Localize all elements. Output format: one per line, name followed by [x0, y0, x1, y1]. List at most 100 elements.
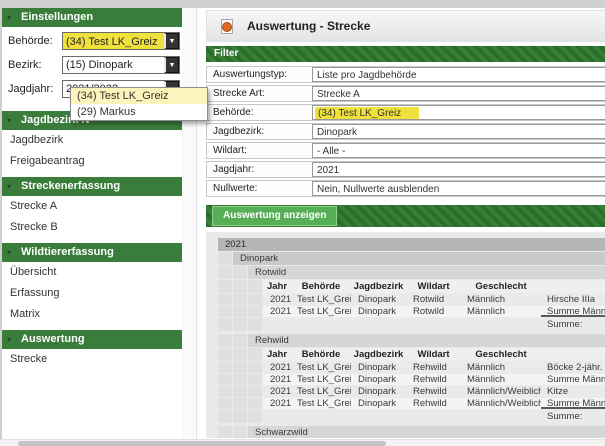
cell-jahr: 2021 — [263, 362, 291, 373]
bezirk-row: Bezirk: (15) Dinopark ▼ — [8, 56, 180, 74]
sidebar-section-streckenerfassung[interactable]: ▾ Streckenerfassung — [2, 177, 182, 196]
field-label: Strecke Art: — [213, 86, 312, 101]
sidebar-section-auswertung[interactable]: ▾ Auswertung — [2, 330, 182, 349]
sidebar-section-wildtiererfassung[interactable]: ▾ Wildtiererfassung — [2, 243, 182, 262]
indent-cell — [218, 266, 232, 279]
cell-behoerde: Test LK_Greiz — [291, 386, 351, 397]
section-title: Einstellungen — [21, 11, 93, 23]
field-label: Nullwerte: — [213, 181, 312, 196]
indent-cell — [218, 362, 232, 373]
sidebar-item-strecke[interactable]: Strecke — [2, 349, 182, 370]
sidebar-item-jagdbezirk[interactable]: Jagdbezirk — [2, 130, 182, 151]
sidebar-item-strecke-b[interactable]: Strecke B — [2, 217, 182, 238]
summary-row: Summe: — [218, 410, 605, 423]
horizontal-scrollbar[interactable] — [0, 439, 605, 446]
indent-cell — [218, 334, 232, 347]
field-label: Auswertungstyp: — [213, 67, 312, 82]
summary-label: Summe: — [541, 318, 605, 331]
table-header-row: Jahr Behörde Jagdbezirk Wildart Geschlec… — [218, 348, 605, 361]
dropdown-button[interactable]: ▼ — [164, 33, 179, 49]
indent-cell — [218, 306, 232, 317]
indent-cell — [248, 410, 262, 423]
behoerde-value: (34) Test LK_Greiz — [63, 33, 164, 49]
cell-behoerde: Test LK_Greiz — [291, 374, 351, 385]
indent-cell — [233, 280, 247, 293]
section-title: Streckenerfassung — [21, 180, 120, 192]
indent-cell — [218, 252, 232, 265]
indent-cell — [248, 280, 262, 293]
dropdown-option[interactable]: (29) Markus — [71, 104, 207, 120]
sidebar-item-matrix[interactable]: Matrix — [2, 304, 182, 325]
indent-cell — [248, 398, 262, 409]
cell-geschlecht: Männlich/Weiblich — [461, 398, 541, 409]
summary-row: Summe: — [218, 318, 605, 331]
behoerde-dropdown-popup: (34) Test LK_Greiz (29) Markus — [70, 87, 208, 121]
chevron-down-icon: ▼ — [169, 38, 176, 45]
cell-behoerde: Test LK_Greiz — [291, 362, 351, 373]
cell-jahr: 2021 — [263, 398, 291, 409]
cell-jahr: 2021 — [263, 386, 291, 397]
indent-cell — [218, 280, 232, 293]
auswertungstyp-select[interactable]: Liste pro Jagdbehörde — [312, 67, 605, 82]
column-header: Behörde — [291, 348, 351, 361]
cell-wildart-detail: Summe Männlich — [541, 398, 605, 409]
sidebar-item-erfassung[interactable]: Erfassung — [2, 283, 182, 304]
indent-cell — [218, 374, 232, 385]
strecke-art-select[interactable]: Strecke A — [312, 86, 605, 101]
sidebar: ▾ Einstellungen Behörde: (34) Test LK_Gr… — [2, 8, 182, 446]
cell-jahr: 2021 — [263, 374, 291, 385]
dropdown-button[interactable]: ▼ — [164, 57, 179, 73]
sidebar-item-uebersicht[interactable]: Übersicht — [2, 262, 182, 283]
cell-wildart: Rehwild — [406, 374, 461, 385]
behoerde-label: Behörde: — [8, 35, 62, 47]
indent-cell — [233, 294, 247, 305]
group-row-year: 2021 — [218, 238, 605, 251]
action-bar: Auswertung anzeigen — [206, 205, 605, 227]
summary-label: Summe: — [541, 410, 605, 423]
indent-cell — [233, 266, 247, 279]
indent-cell — [248, 386, 262, 397]
group-row-species: Rehwild — [218, 334, 605, 347]
behoerde-select[interactable]: (34) Test LK_Greiz ▼ — [62, 32, 180, 50]
page-header: Auswertung - Strecke — [206, 10, 605, 42]
cell-wildart: Rehwild — [406, 362, 461, 373]
filter-header-label: Filter — [214, 48, 238, 59]
sidebar-item-freigabeantrag[interactable]: Freigabeantrag — [2, 151, 182, 172]
indent-cell — [218, 348, 232, 361]
group-label: Dinopark — [233, 252, 605, 265]
collapse-arrow-icon: ▾ — [7, 330, 11, 349]
cell-geschlecht: Männlich — [461, 294, 541, 305]
field-label: Jagdjahr: — [213, 162, 312, 177]
indent-cell — [218, 410, 232, 423]
cell-wildart: Rehwild — [406, 386, 461, 397]
filter-section-header: Filter — [206, 46, 605, 62]
sidebar-item-strecke-a[interactable]: Strecke A — [2, 196, 182, 217]
indent-cell — [233, 306, 247, 317]
group-label: Rotwild — [248, 266, 605, 279]
indent-cell — [248, 318, 262, 331]
collapse-arrow-icon: ▾ — [7, 177, 11, 196]
column-header: Geschlecht — [461, 280, 541, 293]
group-label: Schwarzwild — [248, 426, 605, 438]
indent-cell — [233, 362, 247, 373]
table-row: 2021 Test LK_Greiz Dinopark Rotwild Männ… — [218, 294, 605, 305]
cell-jahr: 2021 — [263, 306, 291, 317]
filter-row-auswertungstyp: Auswertungstyp: Liste pro Jagdbehörde — [206, 66, 605, 83]
jagdbezirk-select[interactable]: Dinopark — [312, 124, 605, 139]
cell-wildart: Rehwild — [406, 398, 461, 409]
wildart-select[interactable]: - Alle - — [312, 143, 605, 158]
column-header: Jahr — [263, 280, 291, 293]
behoerde-select[interactable]: (34) Test LK_Greiz — [312, 105, 605, 120]
show-evaluation-button[interactable]: Auswertung anzeigen — [212, 206, 337, 226]
jagdjahr-select[interactable]: 2021 — [312, 162, 605, 177]
cell-wildart: Rotwild — [406, 306, 461, 317]
sidebar-section-einstellungen[interactable]: ▾ Einstellungen — [2, 8, 182, 27]
scrollbar-thumb[interactable] — [18, 441, 386, 446]
nullwerte-select[interactable]: Nein, Nullwerte ausblenden — [312, 181, 605, 196]
dropdown-option[interactable]: (34) Test LK_Greiz — [71, 88, 207, 104]
column-header: Geschlecht — [461, 348, 541, 361]
column-header: Wildart — [406, 280, 461, 293]
indent-cell — [233, 348, 247, 361]
indent-cell — [218, 318, 232, 331]
bezirk-select[interactable]: (15) Dinopark ▼ — [62, 56, 180, 74]
